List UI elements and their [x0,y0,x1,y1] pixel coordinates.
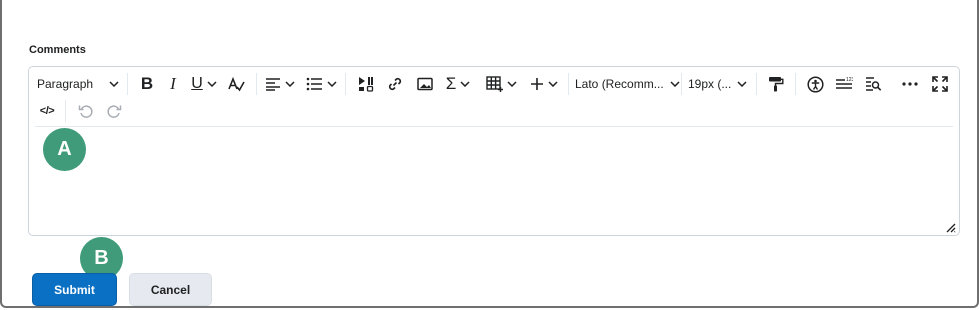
editor-toolbar-secondary: </> [35,98,128,124]
chevron-down-icon [207,81,217,87]
sigma-icon: Σ [445,74,457,93]
font-size-label: 19px (... [688,77,732,91]
bold-icon: B [140,74,154,93]
code-icon: </> [39,105,55,117]
equation-dropdown[interactable]: Σ [440,71,476,97]
expand-icon [932,76,948,92]
accessibility-checker-button[interactable] [802,71,828,97]
paragraph-format-label: Paragraph [37,77,94,91]
bullet-list-icon [306,77,322,91]
chevron-down-icon [326,81,337,87]
redo-button[interactable] [100,98,128,124]
toolbar-separator [256,73,257,95]
align-left-icon [266,78,280,91]
underline-icon: U [191,75,203,92]
table-icon [485,76,503,92]
chevron-down-icon [670,81,680,87]
toolbar-separator [681,73,682,95]
page-frame: Comments Paragraph B I U Σ Lato (Recomm.… [0,0,979,308]
chevron-down-icon [460,81,470,87]
italic-icon: I [170,74,176,93]
chevron-down-icon [506,81,517,87]
toolbar-separator [568,73,569,95]
text-style-button[interactable] [222,71,250,97]
font-size-dropdown[interactable]: 19px (... [688,71,750,97]
fullscreen-button[interactable] [925,71,955,97]
preview-button[interactable] [860,71,886,97]
toolbar-separator [65,100,66,122]
callout-a: A [43,128,86,171]
chevron-down-icon [109,81,119,87]
align-dropdown[interactable] [263,71,297,97]
redo-icon [107,105,122,118]
more-horizontal-icon [902,82,918,86]
toolbar-separator [345,73,346,95]
media-icon [359,77,374,92]
bold-button[interactable]: B [134,71,160,97]
toolbar-separator [795,73,796,95]
link-icon [388,77,402,91]
toolbar-separator [127,73,128,95]
resize-handle-icon[interactable] [944,220,956,233]
text-style-icon [228,76,245,92]
font-family-dropdown[interactable]: Lato (Recomm... [575,71,680,97]
insert-media-button[interactable] [352,71,380,97]
preview-search-icon [865,77,881,91]
chevron-down-icon [737,81,747,87]
plus-icon [531,78,543,90]
word-count-button[interactable]: 123 [828,71,860,97]
paint-roller-icon [769,77,784,92]
underline-dropdown[interactable]: U [186,71,222,97]
source-code-button[interactable]: </> [35,98,59,124]
comments-label: Comments [29,44,86,56]
undo-button[interactable] [72,98,100,124]
cancel-button[interactable]: Cancel [129,273,212,306]
chevron-down-icon [285,81,295,87]
rich-text-editor: Paragraph B I U Σ Lato (Recomm... 19px (… [28,66,960,236]
accessibility-icon [806,75,824,93]
insert-stuff-dropdown[interactable] [526,71,562,97]
undo-icon [78,105,93,118]
submit-button[interactable]: Submit [32,273,117,306]
format-painter-button[interactable] [763,71,789,97]
more-actions-button[interactable] [895,71,925,97]
insert-image-button[interactable] [410,71,440,97]
image-icon [417,77,433,91]
italic-button[interactable]: I [160,71,186,97]
chevron-down-icon [548,81,558,87]
svg-text:123: 123 [846,77,853,83]
paragraph-format-dropdown[interactable]: Paragraph [35,71,121,97]
table-dropdown[interactable] [482,71,520,97]
editor-toolbar: Paragraph B I U Σ Lato (Recomm... 19px (… [35,71,955,97]
insert-link-button[interactable] [380,71,410,97]
comments-text-area[interactable] [29,127,959,235]
word-count-icon: 123 [836,77,853,89]
list-dropdown[interactable] [303,71,339,97]
font-family-label: Lato (Recomm... [575,77,664,91]
toolbar-separator [756,73,757,95]
